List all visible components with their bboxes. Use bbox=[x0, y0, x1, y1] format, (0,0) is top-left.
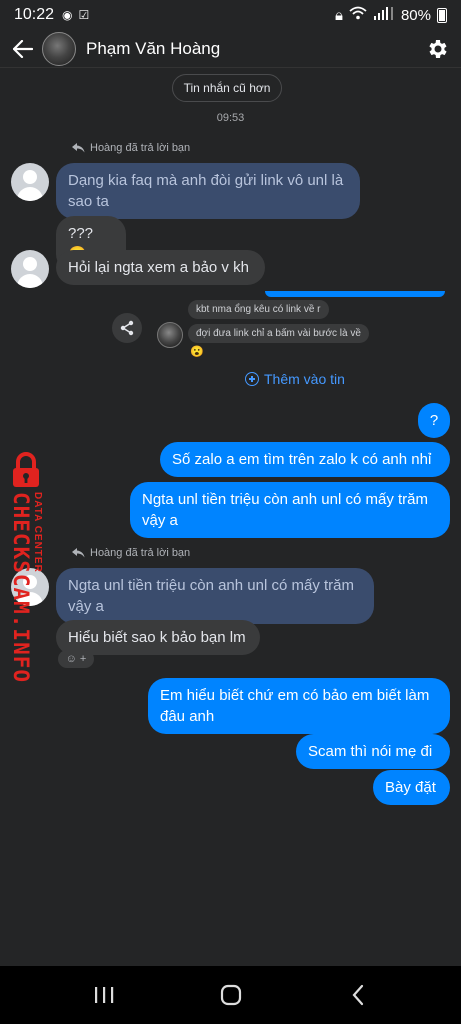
wifi-icon bbox=[349, 6, 367, 24]
notification-icon: ◉ bbox=[62, 8, 73, 22]
battery-percent: 80% bbox=[400, 6, 431, 24]
reply-note: Hoàng đã trả lời bạn bbox=[72, 142, 190, 154]
add-reaction-button[interactable]: ☺ + bbox=[58, 650, 94, 668]
system-navbar bbox=[0, 966, 461, 1024]
story-reply[interactable]: đợi đưa link chỉ a bấm vài bước là về bbox=[188, 324, 369, 343]
recents-icon[interactable] bbox=[84, 975, 124, 1015]
sent-message[interactable]: Số zalo a em tìm trên zalo k có anh nhỉ bbox=[160, 442, 450, 477]
reply-arrow-icon bbox=[72, 143, 85, 153]
older-messages-button[interactable]: Tin nhắn cũ hơn bbox=[172, 74, 282, 102]
avatar[interactable] bbox=[11, 250, 49, 288]
gear-icon[interactable] bbox=[425, 36, 451, 62]
reply-note: Hoàng đã trả lời bạn bbox=[72, 547, 190, 559]
lock-icon bbox=[13, 452, 39, 487]
sent-message[interactable]: Bày đặt bbox=[373, 770, 450, 805]
sent-message[interactable]: ? bbox=[418, 403, 450, 438]
battery-icon bbox=[437, 7, 447, 23]
reply-arrow-icon bbox=[72, 548, 85, 558]
reaction-emoji[interactable]: 😮 bbox=[190, 345, 204, 358]
status-bar: 10:22 ◉ ☑ 🔒︎ 80% bbox=[0, 0, 461, 30]
avatar[interactable] bbox=[11, 163, 49, 201]
sent-message[interactable]: Scam thì nói mẹ đi bbox=[296, 734, 450, 769]
contact-avatar[interactable] bbox=[42, 31, 76, 66]
sent-message[interactable]: Ngta unl tiền triệu còn anh unl có mấy t… bbox=[130, 482, 450, 538]
story-reply[interactable]: kbt nma ổng kêu có link về r bbox=[188, 300, 329, 319]
contact-name[interactable]: Phạm Văn Hoàng bbox=[86, 39, 220, 59]
watermark-sub: DATA CENTER bbox=[32, 492, 43, 573]
sent-message[interactable]: Em hiểu biết chứ em có bảo em biết làm đ… bbox=[148, 678, 450, 734]
smile-reaction-icon: ☺ bbox=[65, 653, 77, 665]
watermark-text: CHECKSCAM.INFO bbox=[9, 492, 33, 684]
status-time: 10:22 bbox=[14, 6, 55, 23]
share-icon[interactable] bbox=[112, 313, 142, 343]
add-to-story-link[interactable]: Thêm vào tin bbox=[245, 371, 345, 387]
plus-icon: + bbox=[79, 653, 87, 665]
quoted-message[interactable]: Ngta unl tiền triệu còn anh unl có mấy t… bbox=[56, 568, 374, 624]
back-arrow-icon[interactable] bbox=[10, 36, 36, 62]
signal-icon bbox=[373, 6, 395, 24]
watermark: CHECKSCAM.INFO DATA CENTER bbox=[2, 452, 52, 683]
lock-status-icon: 🔒︎ bbox=[334, 6, 343, 24]
timestamp: 09:53 bbox=[216, 112, 245, 124]
back-nav-icon[interactable] bbox=[338, 975, 378, 1015]
home-icon[interactable] bbox=[211, 975, 251, 1015]
quoted-message[interactable]: Dạng kia faq mà anh đòi gửi link vô unl … bbox=[56, 163, 360, 219]
story-avatar[interactable] bbox=[157, 322, 183, 348]
chat-header: Phạm Văn Hoàng bbox=[0, 30, 461, 68]
plus-circle-icon bbox=[245, 372, 259, 386]
received-message[interactable]: Hỏi lại ngta xem a bảo v kh bbox=[56, 250, 265, 285]
check-box-icon: ☑ bbox=[78, 8, 90, 22]
sent-story-edge bbox=[265, 291, 445, 297]
